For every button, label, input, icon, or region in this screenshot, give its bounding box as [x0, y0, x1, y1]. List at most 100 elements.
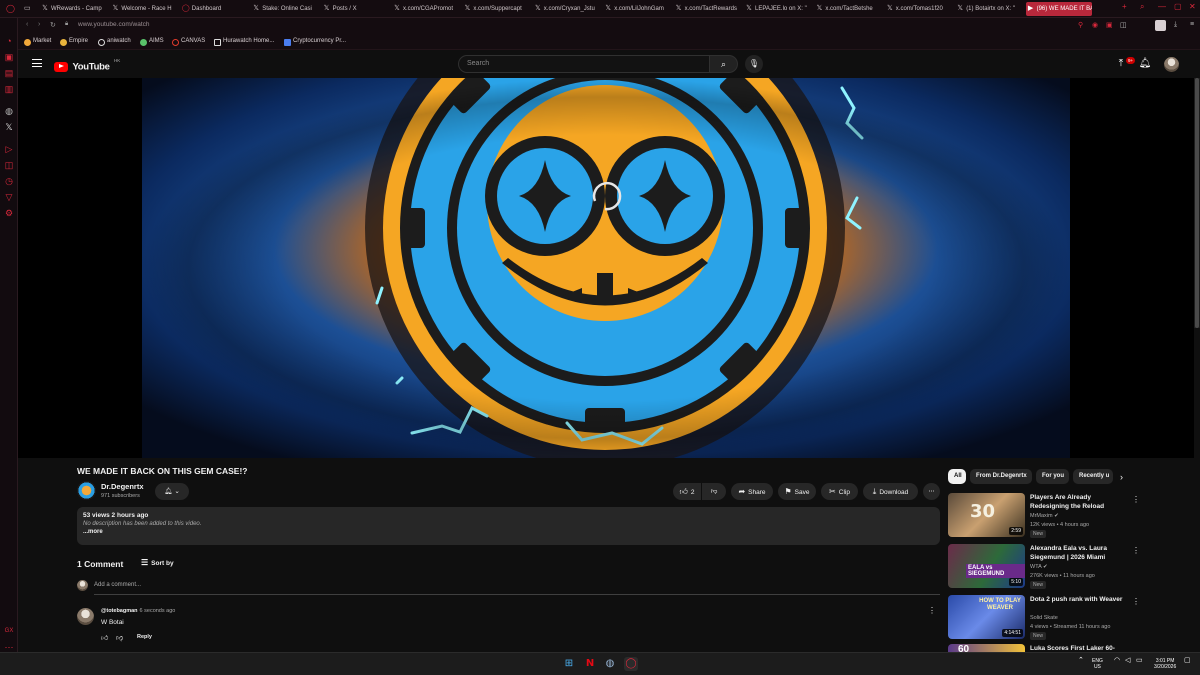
voice-search-button[interactable]: 🎙︎: [745, 55, 763, 73]
recommendation-menu-icon[interactable]: ⋮: [1132, 597, 1140, 606]
steam-icon[interactable]: ◍: [603, 657, 617, 671]
easy-setup-icon[interactable]: ≡: [1190, 21, 1194, 28]
browser-tab[interactable]: 𝕏x.com/Tomas1f20: [885, 2, 951, 16]
add-comment-input[interactable]: Add a comment...: [94, 582, 141, 588]
notification-center-icon[interactable]: ▢: [1184, 657, 1191, 664]
recommendation-item[interactable]: 30 2:59 Players Are Already Redesigning …: [948, 493, 1140, 539]
browser-tab[interactable]: 𝕏x.com/TactBetshe: [814, 2, 880, 16]
browser-tab[interactable]: 𝕏 Stake: Online Casi: [251, 2, 317, 16]
browser-tab[interactable]: 𝕏 Welcome - Race H: [110, 2, 176, 16]
back-icon[interactable]: ‹: [26, 21, 28, 28]
gx-control-icon[interactable]: ◔: [4, 36, 14, 46]
video-player[interactable]: [18, 78, 1194, 458]
browser-tab[interactable]: 𝕏x.com/TactRewards: [674, 2, 740, 16]
scrollbar-thumb[interactable]: [1195, 78, 1199, 328]
language-indicator[interactable]: ENG US: [1092, 658, 1103, 670]
bookmark-item[interactable]: CANVAS: [172, 38, 205, 46]
comment-like-icon[interactable]: 👍︎: [101, 633, 108, 642]
video-thumbnail[interactable]: 60: [948, 644, 1025, 652]
search-button[interactable]: ⌕: [710, 55, 738, 73]
wallet-icon[interactable]: ▣: [1106, 21, 1113, 29]
dislike-button[interactable]: 👎︎: [702, 483, 726, 500]
recommendation-item[interactable]: HOW TO PLAY WEAVER 4:14:51 Dota 2 push r…: [948, 595, 1140, 641]
recommendation-item[interactable]: EALA vs SIEGEMUND 5:10 Alexandra Eala vs…: [948, 544, 1140, 590]
recommendation-menu-icon[interactable]: ⋮: [1132, 495, 1140, 504]
bookmark-item[interactable]: Hurawatch Home...: [214, 38, 274, 46]
new-tab-icon[interactable]: +: [1122, 2, 1127, 11]
bookmark-item[interactable]: Empire: [60, 38, 88, 46]
url-field[interactable]: www.youtube.com/watch: [78, 21, 150, 28]
menu-icon[interactable]: [32, 59, 42, 67]
browser-tab[interactable]: 𝕏 WRewards - Camp: [40, 2, 106, 16]
maximize-icon[interactable]: ▢: [1174, 2, 1182, 11]
bookmark-item[interactable]: AIMS: [140, 38, 164, 46]
browser-tab[interactable]: ◯ Dashboard: [181, 2, 247, 16]
comment-time[interactable]: 6 seconds ago: [140, 608, 176, 614]
browser-tab[interactable]: 𝕏x.com/CGAPromot: [392, 2, 458, 16]
commenter-avatar[interactable]: [77, 608, 94, 625]
recommendation-item[interactable]: 60 Luka Scores First Laker 60-: [948, 644, 1138, 652]
bookmark-item[interactable]: Cryptocurrency Pr...: [284, 38, 346, 46]
volume-icon[interactable]: ◁: [1125, 657, 1130, 664]
recommendation-title[interactable]: Dota 2 push rank with Weaver: [1030, 595, 1128, 604]
profile-avatar[interactable]: [1155, 20, 1166, 31]
youtube-logo[interactable]: YouTube HK: [54, 58, 120, 72]
twitch-icon[interactable]: ▤: [4, 68, 14, 78]
browser-tab[interactable]: 𝕏 LEPAJEE.lo on X: ": [744, 2, 810, 16]
opera-gx-taskbar-icon[interactable]: ◯: [624, 657, 638, 671]
video-thumbnail[interactable]: HOW TO PLAY WEAVER 4:14:51: [948, 595, 1025, 639]
browser-tab[interactable]: ▶(96) WE MADE IT BACK O: [1025, 2, 1092, 16]
gx-cleaner-icon[interactable]: ▣: [4, 52, 14, 62]
downloads-icon[interactable]: ▽: [4, 192, 14, 202]
close-window-icon[interactable]: ✕: [1189, 2, 1196, 11]
comment-dislike-icon[interactable]: 👎︎: [116, 633, 123, 642]
account-avatar[interactable]: [1164, 57, 1179, 72]
share-button[interactable]: ➦ Share: [731, 483, 773, 500]
x-sidebar-icon[interactable]: 𝕏: [4, 122, 14, 132]
browser-tab[interactable]: 𝕏x.com/Suppercapt: [462, 2, 528, 16]
pin-icon[interactable]: ⚲: [1078, 21, 1083, 29]
discord-icon[interactable]: ◍: [4, 106, 14, 116]
sort-by-button[interactable]: ☰ Sort by: [141, 558, 174, 567]
browser-tab[interactable]: 𝕏x.com/Cryxan_Jstu: [533, 2, 599, 16]
description-box[interactable]: 53 views 2 hours ago No description has …: [77, 507, 940, 545]
player-icon[interactable]: ▷: [4, 144, 14, 154]
search-input[interactable]: Search: [458, 55, 710, 73]
save-button[interactable]: ⚑ Save: [778, 483, 816, 500]
recommendation-channel[interactable]: Solid Skate: [1030, 615, 1058, 621]
comment-menu-icon[interactable]: ⋮: [928, 606, 936, 615]
bookmarks-icon[interactable]: ◫: [4, 160, 14, 170]
recommendation-title[interactable]: Players Are Already Redesigning the Relo…: [1030, 493, 1128, 511]
video-thumbnail[interactable]: 30 2:59: [948, 493, 1025, 537]
show-more-link[interactable]: ...more: [83, 529, 934, 535]
camera-icon[interactable]: ◉: [1092, 21, 1098, 29]
netflix-icon[interactable]: N: [583, 657, 597, 671]
more-actions-button[interactable]: ⋯: [923, 483, 940, 500]
subscribed-bell-button[interactable]: 🔔︎ ⌄: [155, 483, 189, 500]
notifications-button[interactable]: 🔔︎: [1138, 57, 1152, 71]
recommendation-title[interactable]: Luka Scores First Laker 60-: [1030, 644, 1128, 652]
bookmark-item[interactable]: aniwatch: [98, 38, 131, 46]
chip-recently-uploaded[interactable]: Recently u: [1073, 469, 1113, 484]
recommendation-menu-icon[interactable]: ⋮: [1132, 546, 1140, 555]
forward-icon[interactable]: ›: [38, 21, 40, 28]
minimize-icon[interactable]: —: [1158, 2, 1166, 11]
page-scrollbar[interactable]: [1194, 78, 1200, 328]
recommendation-title[interactable]: Alexandra Eala vs. Laura Siegemund | 202…: [1030, 544, 1128, 562]
tray-overflow-icon[interactable]: ⌃: [1078, 657, 1084, 664]
channel-name[interactable]: Dr.Degenrtx: [101, 482, 144, 491]
tab-search-icon[interactable]: ⌕: [1140, 2, 1144, 12]
channel-avatar[interactable]: [77, 481, 96, 500]
wifi-icon[interactable]: ◠: [1114, 657, 1120, 664]
extensions-icon[interactable]: ◫: [1120, 21, 1127, 29]
reload-icon[interactable]: ↻: [50, 21, 56, 29]
battery-icon[interactable]: ▭: [1136, 657, 1143, 664]
chip-from-channel[interactable]: From Dr.Degenrtx: [970, 469, 1032, 484]
comment-author[interactable]: @totebagman: [101, 608, 138, 614]
chevron-right-icon[interactable]: ›: [1120, 472, 1123, 482]
history-icon[interactable]: ◷: [4, 176, 14, 186]
settings-icon[interactable]: ⚙: [4, 208, 14, 218]
windows-start-icon[interactable]: ⊞: [562, 657, 576, 671]
browser-tab[interactable]: 𝕏 (1) Botairtx on X: ": [955, 2, 1021, 16]
download-browser-icon[interactable]: ⤓: [1174, 21, 1177, 29]
